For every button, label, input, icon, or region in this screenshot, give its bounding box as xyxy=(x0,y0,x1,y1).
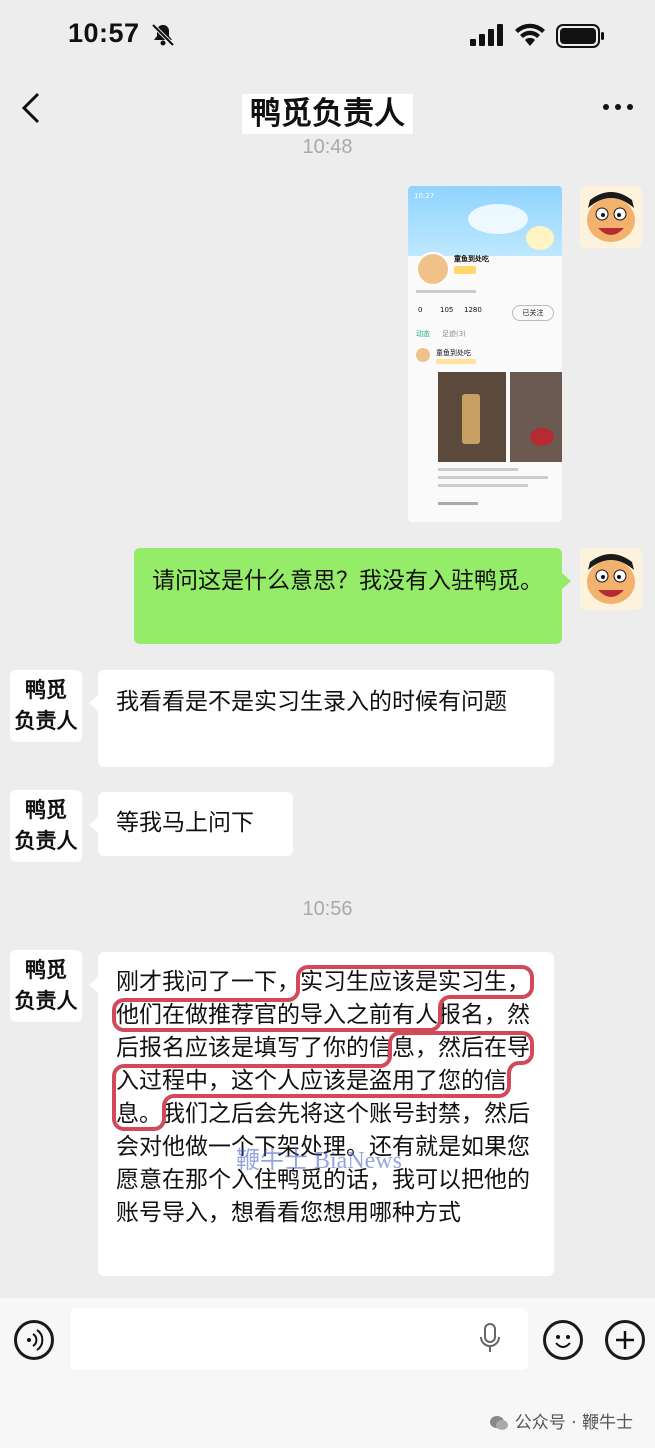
add-button[interactable] xyxy=(605,1320,645,1360)
timestamp: 10:56 xyxy=(302,898,353,920)
wifi-icon xyxy=(515,23,545,46)
message-bubble-received[interactable]: 我看看是不是实习生录入的时候有问题 xyxy=(89,670,554,767)
stat-value: 1280 xyxy=(464,306,482,314)
post-photo xyxy=(438,372,506,462)
nav-bar: 鸭觅负责人 xyxy=(0,72,655,144)
voice-toggle-button[interactable] xyxy=(14,1320,54,1360)
voice-icon xyxy=(27,1329,44,1351)
message-bubble-sent[interactable]: 请问这是什么意思？我没有入驻鸭觅。 xyxy=(134,548,571,644)
profile-name: 童鱼到处吃 xyxy=(454,255,489,263)
smiley-icon xyxy=(555,1335,571,1348)
post-avatar xyxy=(416,348,430,362)
post-text xyxy=(438,468,518,471)
emoji-button[interactable] xyxy=(543,1320,583,1360)
tab-label: 动态 xyxy=(416,330,430,338)
microphone-icon[interactable] xyxy=(478,1322,502,1356)
level-badge xyxy=(454,266,476,274)
duck-illustration xyxy=(526,226,554,250)
battery-icon xyxy=(556,24,604,48)
screenshot-image-message[interactable]: 10:27 童鱼到处吃 0 105 1280 已关注 动态 足迹(3) 童鱼到处… xyxy=(408,186,562,522)
profile-avatar xyxy=(416,252,450,286)
post-author: 童鱼到处吃 xyxy=(436,349,471,357)
bell-slash-icon xyxy=(151,23,175,47)
plus-icon xyxy=(616,1331,634,1349)
stat-value: 105 xyxy=(440,306,454,314)
timestamp: 10:48 xyxy=(302,136,353,158)
page-title: 鸭觅负责人 xyxy=(0,88,655,134)
tab-label: 足迹(3) xyxy=(442,330,466,338)
message-input[interactable] xyxy=(70,1308,528,1370)
status-bar: 10:57 xyxy=(0,0,655,72)
watermark: 鞭牛士 BiaNews xyxy=(236,1148,402,1174)
post-photo xyxy=(510,372,562,462)
avatar[interactable] xyxy=(580,186,642,248)
stat-value: 0 xyxy=(418,306,423,314)
cake-illustration xyxy=(468,204,528,234)
footer-text: 公众号 · 鞭牛士 xyxy=(514,1413,633,1433)
cartoon-face-icon xyxy=(580,186,642,248)
avatar-contact[interactable]: 鸭觅 负责人 xyxy=(10,670,82,742)
wechat-icon xyxy=(490,1416,509,1430)
footer-logo xyxy=(438,502,478,505)
post-text xyxy=(438,484,528,487)
message-bubble-received[interactable]: 刚才我问了一下，实习生应该是实习生，他们在做推荐官的导入之前有人报名，然后报名应… xyxy=(89,952,554,1276)
follow-button: 已关注 xyxy=(512,305,554,321)
message-bubble-received[interactable]: 等我马上问下 xyxy=(89,792,293,856)
more-icon[interactable] xyxy=(598,100,638,114)
message-text: 刚才我问了一下， xyxy=(116,969,300,995)
avatar-contact[interactable]: 鸭觅 负责人 xyxy=(10,950,82,1022)
post-tag xyxy=(436,359,476,364)
screenshot-time: 10:27 xyxy=(414,192,435,200)
post-text xyxy=(438,476,548,479)
source-footer: 公众号 · 鞭牛士 xyxy=(489,1408,633,1433)
avatar-contact[interactable]: 鸭觅 负责人 xyxy=(10,790,82,862)
avatar[interactable] xyxy=(580,548,642,610)
cartoon-face-icon xyxy=(580,548,642,610)
signal-icon xyxy=(470,24,503,46)
status-time: 10:57 xyxy=(68,18,140,48)
profile-bio xyxy=(416,290,476,293)
